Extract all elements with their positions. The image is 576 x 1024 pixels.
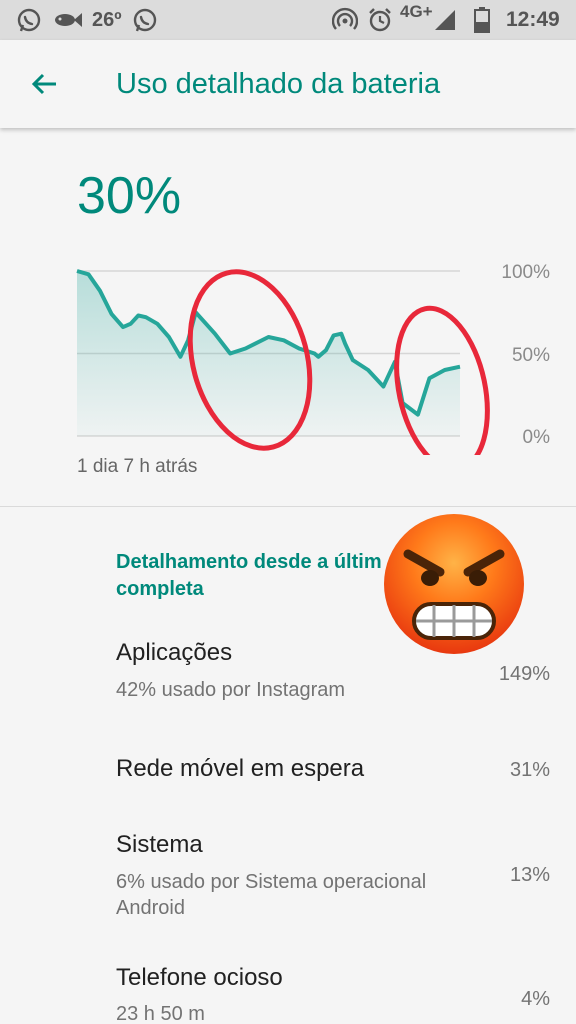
angry-face-emoji-icon <box>384 514 524 654</box>
item-value: 4% <box>521 988 550 1010</box>
item-title: Rede móvel em espera <box>116 755 365 782</box>
item-value: 31% <box>509 759 550 781</box>
divider <box>0 506 576 507</box>
page-title: Uso detalhado da bateria <box>116 68 441 100</box>
back-button[interactable] <box>20 60 68 108</box>
axis-label-100: 100% <box>501 262 550 283</box>
item-title: Telefone ocioso <box>116 964 283 991</box>
axis-label-50: 50% <box>511 345 550 366</box>
item-subtitle: 42% usado por Instagram <box>116 679 346 701</box>
whatsapp-icon <box>14 0 44 40</box>
battery-history-chart <box>76 269 490 455</box>
axis-label-0: 0% <box>522 427 550 448</box>
alarm-icon <box>365 0 395 40</box>
item-title: Sistema <box>116 831 203 858</box>
temperature-text: 26º <box>92 9 122 31</box>
clock-text: 12:49 <box>506 8 560 31</box>
battery-icon <box>470 0 494 40</box>
back-arrow-icon <box>31 73 56 95</box>
network-type-text: 4G+ <box>400 2 433 21</box>
hotspot-icon <box>330 0 360 40</box>
section-title: Detalhamento desde a últim completa <box>116 551 382 600</box>
status-bar: 26º 4G+ 12:49 <box>0 0 576 40</box>
item-value: 13% <box>509 864 550 886</box>
signal-icon <box>432 0 458 40</box>
battery-percentage: 30% <box>77 167 182 225</box>
whatsapp-icon <box>130 0 160 40</box>
chart-start-time: 1 dia 7 h atrás <box>77 456 198 477</box>
app-bar: Uso detalhado da bateria <box>0 40 576 128</box>
item-subtitle: 23 h 50 m <box>116 1003 205 1024</box>
item-subtitle: 6% usado por Sistema operacional Android <box>116 871 427 919</box>
fish-icon <box>52 0 84 40</box>
item-value: 149% <box>498 663 550 685</box>
item-title: Aplicações <box>116 639 233 666</box>
